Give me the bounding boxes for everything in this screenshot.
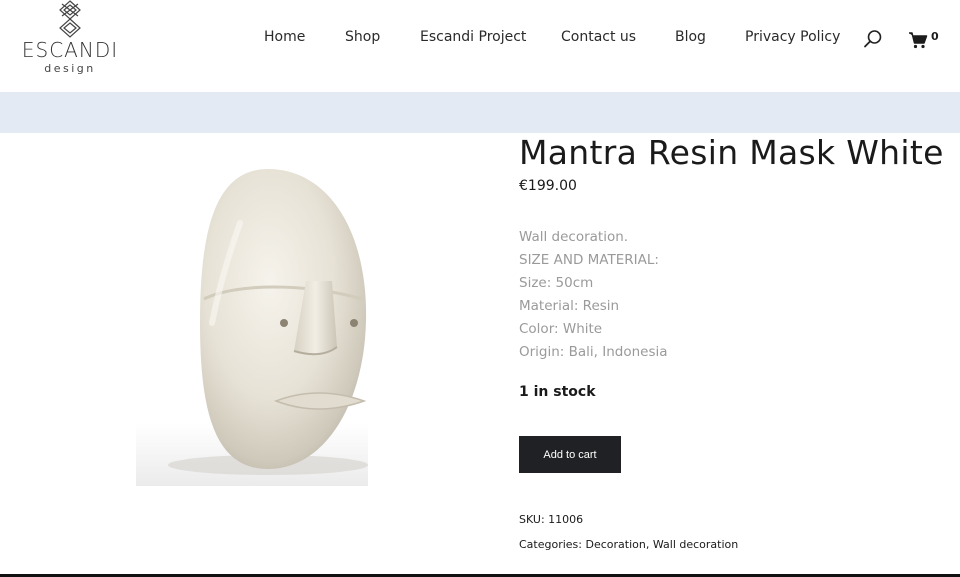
cart-count-badge: 0 xyxy=(931,30,939,43)
description-line: Wall decoration. xyxy=(519,229,629,245)
sku-value: 11006 xyxy=(548,513,584,526)
category-separator: , xyxy=(645,538,653,551)
add-to-cart-button[interactable]: Add to cart xyxy=(519,436,621,473)
category-link-decoration[interactable]: Decoration xyxy=(586,538,646,551)
nav-shop[interactable]: Shop xyxy=(345,29,380,45)
search-button[interactable] xyxy=(863,29,883,49)
page-banner-strip xyxy=(0,92,960,133)
cart-icon xyxy=(909,32,928,49)
product-sku: SKU: 11006 xyxy=(519,513,583,526)
description-line: Size: 50cm xyxy=(519,275,594,291)
stock-status: 1 in stock xyxy=(519,384,596,400)
cart-button[interactable]: 0 xyxy=(908,28,944,50)
product-categories: Categories: Decoration, Wall decoration xyxy=(519,538,738,551)
mask-image xyxy=(136,169,368,486)
site-header: ESCANDI design Home Shop Escandi Project… xyxy=(0,0,960,92)
product-description: Wall decoration. SIZE AND MATERIAL: Size… xyxy=(519,227,668,365)
category-link-wall-decoration[interactable]: Wall decoration xyxy=(653,538,738,551)
description-line: Color: White xyxy=(519,321,603,337)
nav-contact-us[interactable]: Contact us xyxy=(561,29,636,45)
description-line: SIZE AND MATERIAL: xyxy=(519,252,659,268)
nav-privacy-policy[interactable]: Privacy Policy xyxy=(745,29,840,45)
description-line: Origin: Bali, Indonesia xyxy=(519,344,668,360)
categories-label: Categories: xyxy=(519,538,582,551)
nav-escandi-project[interactable]: Escandi Project xyxy=(420,29,526,45)
sku-label: SKU: xyxy=(519,513,545,526)
logo-subtitle: design xyxy=(44,62,96,75)
product-image[interactable] xyxy=(136,133,368,486)
description-line: Material: Resin xyxy=(519,298,620,314)
nav-home[interactable]: Home xyxy=(264,29,305,45)
search-icon xyxy=(864,30,882,48)
product-price: €199.00 xyxy=(519,178,577,194)
nav-blog[interactable]: Blog xyxy=(675,29,706,45)
product-title: Mantra Resin Mask White xyxy=(519,133,944,172)
main-navigation: Home Shop Escandi Project Contact us Blo… xyxy=(0,29,960,49)
